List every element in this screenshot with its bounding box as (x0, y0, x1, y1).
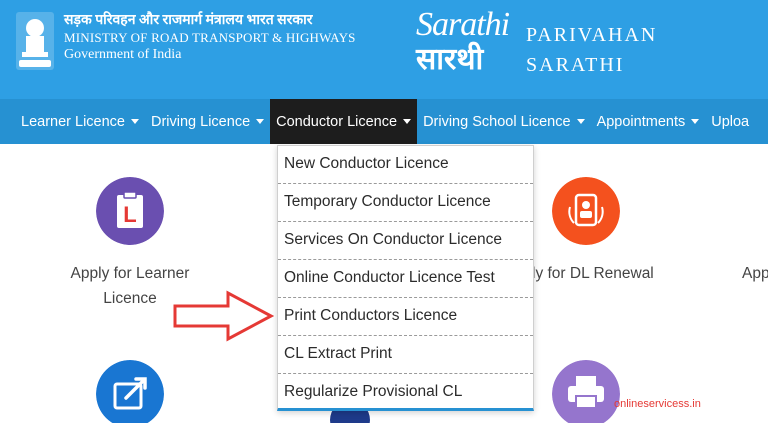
nav-conductor-licence[interactable]: Conductor Licence (270, 99, 418, 144)
menu-item-regularize-provisional-cl[interactable]: Regularize Provisional CL (278, 374, 533, 412)
nav-driving-school-licence[interactable]: Driving School Licence (417, 99, 591, 144)
brand-line-2: SARATHI (526, 54, 625, 76)
sarathi-logo[interactable]: Sarathi सारथी (416, 8, 516, 82)
conductor-licence-dropdown: New Conductor Licence Temporary Conducto… (277, 145, 534, 411)
menu-item-services-on-conductor-licence[interactable]: Services On Conductor Licence (278, 222, 533, 260)
menu-item-print-conductors-licence[interactable]: Print Conductors Licence (278, 298, 533, 336)
printer-icon[interactable] (552, 360, 620, 423)
nav-upload[interactable]: Uploa (705, 99, 755, 144)
nav-label: Conductor Licence (276, 113, 398, 130)
menu-item-cl-extract-print[interactable]: CL Extract Print (278, 336, 533, 374)
nav-learner-licence[interactable]: Learner Licence (0, 99, 145, 144)
logo-devanagari: सारथी (416, 42, 484, 77)
nav-label: Driving Licence (151, 113, 251, 130)
national-emblem-icon (16, 12, 54, 70)
brand-title: PARIVAHAN SARATHI (526, 20, 657, 80)
right-tile-label[interactable]: App (742, 261, 768, 286)
dl-renewal-icon[interactable] (552, 177, 620, 245)
svg-text:L: L (123, 202, 136, 227)
logo-latin: Sarathi (416, 6, 510, 43)
government-of-india: Government of India (64, 47, 182, 62)
main-nav: Learner Licence Driving Licence Conducto… (0, 99, 768, 144)
nav-label: Driving School Licence (423, 113, 571, 130)
caret-down-icon (131, 119, 139, 124)
red-arrow-annotation-icon (173, 290, 274, 342)
brand-line-1: PARIVAHAN (526, 24, 658, 46)
watermark: onlineservicess.in (614, 398, 701, 410)
caret-down-icon (691, 119, 700, 124)
dl-renewal-label[interactable]: ly for DL Renewal (532, 261, 682, 286)
menu-item-temporary-conductor-licence[interactable]: Temporary Conductor Licence (278, 184, 533, 222)
nav-label: Uploa (711, 113, 750, 130)
nav-label: Learner Licence (21, 113, 125, 130)
caret-down-icon (576, 119, 585, 124)
ministry-english: MINISTRY OF ROAD TRANSPORT & HIGHWAYS (64, 30, 356, 45)
ministry-title: सड़क परिवहन और राजमार्ग मंत्रालय भारत सर… (64, 12, 356, 64)
nav-appointments[interactable]: Appointments (591, 99, 706, 144)
learner-licence-icon[interactable]: L (96, 177, 164, 245)
share-icon[interactable] (96, 360, 164, 423)
caret-down-icon (256, 119, 265, 124)
nav-driving-licence[interactable]: Driving Licence (145, 99, 270, 144)
caret-down-icon (403, 119, 412, 124)
nav-label: Appointments (596, 113, 686, 130)
menu-item-online-conductor-licence-test[interactable]: Online Conductor Licence Test (278, 260, 533, 298)
ministry-hindi: सड़क परिवहन और राजमार्ग मंत्रालय भारत सर… (64, 13, 313, 28)
site-header: सड़क परिवहन और राजमार्ग मंत्रालय भारत सर… (0, 0, 768, 99)
menu-item-new-conductor-licence[interactable]: New Conductor Licence (278, 146, 533, 184)
